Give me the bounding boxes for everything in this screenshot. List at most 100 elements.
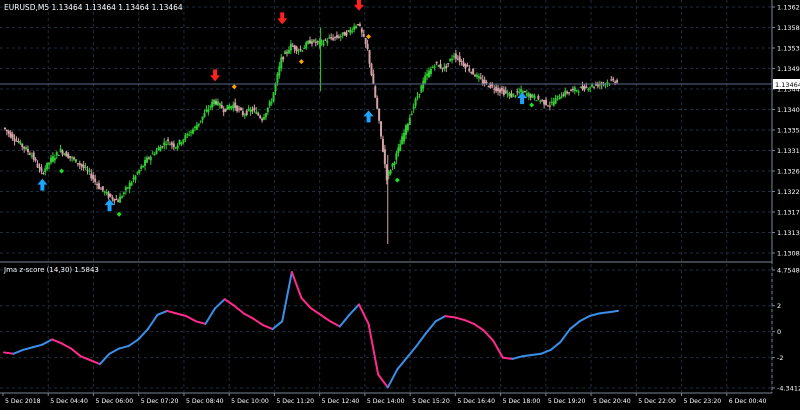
- candle-body: [541, 99, 544, 101]
- candle-body: [73, 157, 76, 160]
- candle-body: [548, 105, 551, 107]
- candle-body: [48, 162, 51, 165]
- candle-body: [305, 42, 308, 49]
- candle-body: [205, 109, 208, 112]
- candle-body: [195, 125, 198, 130]
- candle-body: [426, 73, 429, 76]
- candle-body: [239, 107, 242, 111]
- candle-body: [437, 65, 440, 67]
- zscore-segment: [530, 352, 543, 357]
- candle-body: [372, 73, 375, 84]
- candle-body: [332, 38, 335, 40]
- candle-body: [612, 78, 615, 81]
- candle-body: [291, 45, 294, 47]
- candle-body: [378, 108, 381, 121]
- candle-body: [144, 160, 147, 166]
- time-tick-label: 5 Dec 07:20: [141, 398, 179, 405]
- candle-body: [487, 86, 490, 88]
- candle-body: [115, 199, 118, 201]
- candle-body: [535, 100, 538, 102]
- candle-body: [149, 156, 152, 161]
- time-tick-label: 5 Dec 2018: [5, 398, 41, 405]
- candle-body: [266, 107, 269, 113]
- candle-body: [63, 154, 66, 156]
- candle-body: [157, 147, 160, 151]
- candle-body: [309, 40, 312, 44]
- candle-body: [616, 80, 619, 83]
- candle-body: [69, 156, 72, 158]
- candle-body: [333, 36, 336, 38]
- candle-body: [26, 149, 29, 152]
- candle-body: [241, 111, 244, 116]
- candle-body: [78, 163, 81, 165]
- candle-body: [312, 39, 315, 43]
- candle-body: [433, 66, 436, 68]
- candle-body: [130, 182, 133, 186]
- candle-body: [577, 91, 580, 93]
- candle-body: [441, 67, 444, 70]
- chart-canvas[interactable]: 1.136251.135801.135351.134901.134451.134…: [0, 0, 800, 406]
- candle-body: [575, 90, 578, 92]
- time-tick-label: 5 Dec 06:00: [95, 398, 133, 405]
- candle-body: [468, 68, 471, 72]
- time-tick-label: 5 Dec 12:40: [322, 398, 360, 405]
- candle-body: [364, 38, 367, 44]
- candle-body: [500, 87, 503, 91]
- price-tick-label: 1.13400: [777, 106, 800, 114]
- candle-body: [103, 191, 106, 193]
- candle-body: [445, 65, 448, 68]
- candle-body: [328, 37, 331, 39]
- price-tick-label: 1.13220: [777, 188, 800, 196]
- candle-body: [477, 76, 480, 79]
- candle-body: [428, 70, 431, 78]
- mt4-chart-window[interactable]: 1.136251.135801.135351.134901.134451.134…: [0, 0, 800, 406]
- candle-body: [587, 89, 590, 91]
- current-price-label: 1.13464: [775, 81, 800, 89]
- candle-body: [491, 84, 494, 86]
- candle-body: [383, 149, 386, 165]
- candle-body: [460, 60, 463, 62]
- candle-body: [230, 105, 233, 109]
- candle-body: [481, 79, 484, 84]
- candle-body: [316, 40, 319, 42]
- time-tick-label: 5 Dec 18:00: [503, 398, 541, 405]
- candle-body: [19, 141, 22, 145]
- candle-body: [262, 117, 265, 120]
- candle-body: [498, 89, 501, 93]
- candle-body: [23, 146, 26, 149]
- candle-body: [211, 101, 214, 108]
- price-tick-label: 1.13580: [777, 24, 800, 32]
- candle-body: [449, 58, 452, 61]
- candle-body: [594, 84, 597, 86]
- zscore-segment: [521, 354, 533, 358]
- price-tick-label: 1.13490: [777, 65, 800, 73]
- candle-body: [111, 197, 114, 200]
- candle-body: [159, 146, 162, 152]
- candle-body: [15, 140, 18, 142]
- candle-body: [11, 134, 14, 139]
- candle-body: [554, 98, 557, 104]
- candle-body: [9, 132, 12, 138]
- time-tick-label: 5 Dec 20:40: [593, 398, 631, 405]
- candle-body: [287, 50, 290, 54]
- time-tick-label: 6 Dec 00:40: [729, 398, 767, 405]
- candle-body: [261, 118, 264, 121]
- candle-body: [3, 127, 6, 130]
- candle-body: [424, 75, 427, 83]
- candle-body: [464, 64, 467, 69]
- candle-body: [518, 91, 521, 93]
- candle-body: [203, 112, 206, 118]
- candle-body: [216, 101, 219, 105]
- candle-body: [376, 97, 379, 109]
- candle-body: [573, 87, 576, 92]
- candle-body: [443, 66, 446, 69]
- candle-body: [5, 129, 8, 132]
- candle-body: [138, 170, 141, 173]
- candle-body: [67, 153, 70, 159]
- indicator-label: Jma z-score (14,30) 1.5843: [3, 266, 99, 274]
- time-tick-label: 5 Dec 16:40: [457, 398, 495, 405]
- candle-body: [224, 108, 227, 112]
- candle-body: [90, 173, 93, 179]
- candle-body: [556, 95, 559, 97]
- candle-body: [201, 116, 204, 120]
